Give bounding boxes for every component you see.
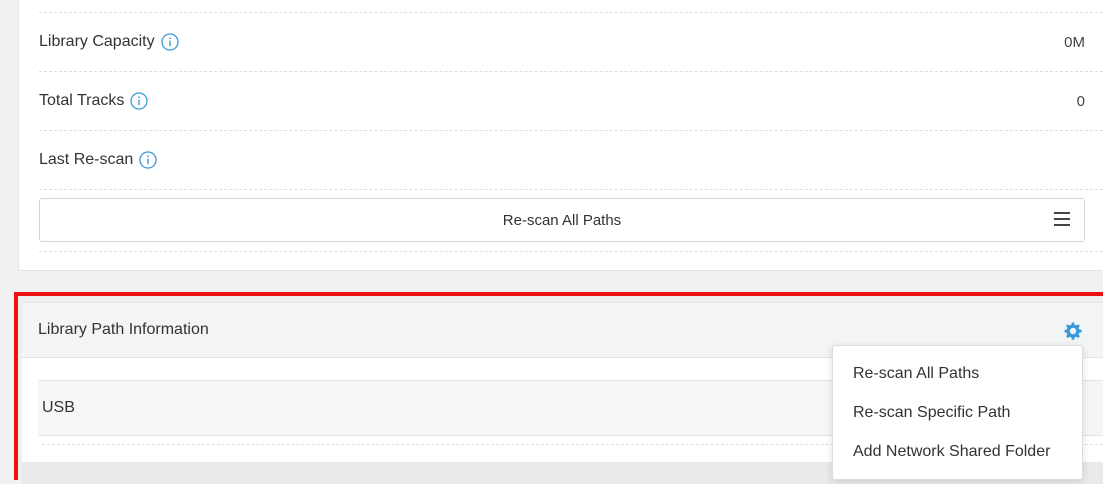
hamburger-icon[interactable] [1054, 212, 1070, 226]
gear-icon[interactable] [1063, 321, 1083, 341]
stat-label: Total Tracks [39, 92, 125, 109]
stat-label: Last Re-scan [39, 151, 134, 168]
menu-item-rescan-specific-path[interactable]: Re-scan Specific Path [833, 393, 1082, 432]
rescan-button-label: Re-scan All Paths [502, 211, 622, 229]
info-icon[interactable] [139, 151, 157, 169]
stat-row-library-capacity: Library Capacity 0M [39, 22, 1085, 62]
info-icon[interactable] [160, 33, 179, 51]
path-settings-menu: Re-scan All Paths Re-scan Specific Path … [832, 345, 1083, 480]
divider [39, 12, 1103, 13]
menu-item-add-network-shared-folder[interactable]: Add Network Shared Folder [833, 432, 1082, 471]
divider [39, 71, 1103, 72]
stat-value: 0 [1076, 92, 1085, 110]
stat-row-last-rescan: Last Re-scan [39, 140, 1085, 180]
stat-value: 0M [1064, 33, 1085, 51]
menu-item-rescan-all-paths[interactable]: Re-scan All Paths [833, 354, 1082, 393]
divider [39, 189, 1103, 190]
divider [39, 130, 1103, 131]
divider [39, 251, 1103, 252]
path-name: USB [42, 399, 75, 416]
stat-label: Library Capacity [39, 33, 155, 50]
info-icon[interactable] [130, 92, 149, 110]
rescan-all-paths-button[interactable]: Re-scan All Paths [39, 198, 1085, 242]
panel-title: Library Path Information [38, 321, 209, 338]
library-stats-card: Library Capacity 0M Total Tracks 0 Last … [18, 0, 1103, 271]
stat-row-total-tracks: Total Tracks 0 [39, 81, 1085, 121]
